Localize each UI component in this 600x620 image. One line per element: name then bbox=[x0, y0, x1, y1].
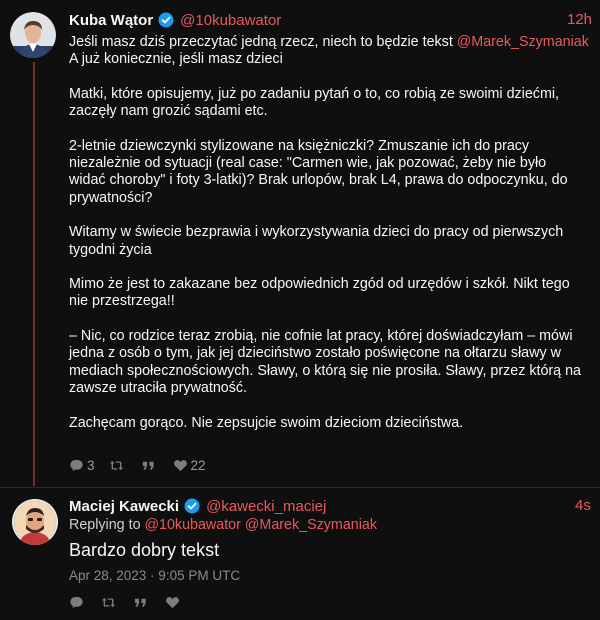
reply-header: Maciej Kawecki @kawecki_maciej bbox=[69, 496, 326, 516]
tweet-text-line: Mimo że jest to zakazane bez odpowiednic… bbox=[69, 276, 594, 293]
tweet-text-line: niezależnie od sytuacji (real case: "Car… bbox=[69, 155, 594, 172]
tweet-text-line: nie przestrzega!! bbox=[69, 293, 594, 310]
reply-actions bbox=[69, 595, 197, 610]
tweet-header: Kuba Wątor @10kubawator bbox=[69, 10, 281, 30]
replying-to: Replying to @10kubawator @Marek_Szymania… bbox=[69, 517, 377, 533]
tweet-body: Jeśli masz dziś przeczytać jedną rzecz, … bbox=[69, 34, 594, 432]
tweet-text: jedna z osób o tym, jak jej dzieciństwo … bbox=[69, 345, 561, 362]
avatar[interactable] bbox=[12, 499, 58, 545]
divider bbox=[0, 487, 600, 488]
tweet-text: mediach społecznościowych. Sławy, o któr… bbox=[69, 362, 581, 379]
replying-label: Replying to bbox=[69, 517, 141, 533]
tweet-text-line: Zachęcam gorąco. Nie zepsujcie swoim dzi… bbox=[69, 415, 594, 432]
tweet-time[interactable]: 12h bbox=[567, 11, 592, 28]
quote-icon bbox=[142, 461, 154, 470]
tweet-text: prywatności? bbox=[69, 189, 153, 206]
author-name[interactable]: Maciej Kawecki bbox=[69, 498, 179, 515]
thread: Kuba Wątor @10kubawator 12h Jeśli masz d… bbox=[0, 0, 600, 620]
tweet-text: 2-letnie dziewczynki stylizowane na księ… bbox=[69, 137, 530, 154]
tweet-text-line: 2-letnie dziewczynki stylizowane na księ… bbox=[69, 138, 594, 155]
retweet-button[interactable] bbox=[109, 458, 127, 473]
tweet-text: niezależnie od sytuacji (real case: "Car… bbox=[69, 155, 547, 172]
reply-time[interactable]: 4s bbox=[575, 497, 591, 514]
tweet-text: Zachęcam gorąco. Nie zepsujcie swoim dzi… bbox=[69, 414, 464, 431]
tweet-text-line: Witamy w świecie bezprawia i wykorzystyw… bbox=[69, 224, 594, 241]
reply-body: Bardzo dobry tekst bbox=[69, 540, 220, 560]
mention-link[interactable]: @Marek_Szymaniak bbox=[457, 34, 589, 50]
reply-date[interactable]: Apr 28, 2023 · 9:05 PM UTC bbox=[69, 568, 240, 583]
comment-icon bbox=[70, 459, 83, 472]
verified-icon bbox=[184, 498, 200, 514]
tweet-text: Matki, które opisujemy, już po zadaniu p… bbox=[69, 85, 560, 102]
tweet-text-line: mediach społecznościowych. Sławy, o któr… bbox=[69, 363, 594, 380]
tweet-text: Mimo że jest to zakazane bez odpowiednic… bbox=[69, 276, 570, 293]
like-button[interactable]: 22 bbox=[173, 458, 206, 473]
tweet-text: widać choroby" i foty 3-latki)? Brak url… bbox=[69, 172, 568, 189]
main-tweet[interactable]: Kuba Wątor @10kubawator 12h Jeśli masz d… bbox=[0, 0, 600, 488]
tweet-text-line: tygodni życia bbox=[69, 242, 594, 259]
tweet-text: nie przestrzega!! bbox=[69, 293, 175, 310]
quote-button[interactable] bbox=[141, 458, 159, 473]
avatar[interactable] bbox=[10, 12, 56, 58]
retweet-button[interactable] bbox=[101, 595, 119, 610]
tweet-text: – Nic, co rodzice teraz zrobią, nie cofn… bbox=[69, 328, 573, 345]
quote-icon bbox=[134, 598, 146, 607]
tweet-text-line: jedna z osób o tym, jak jej dzieciństwo … bbox=[69, 345, 594, 362]
tweet-actions: 3 22 bbox=[69, 458, 220, 473]
tweet-text-line: zawsze utraciła prywatność. bbox=[69, 380, 594, 397]
tweet-text: Witamy w świecie bezprawia i wykorzystyw… bbox=[69, 224, 564, 241]
like-button[interactable] bbox=[165, 595, 183, 610]
tweet-text: zaczęły nam grozić sądami etc. bbox=[69, 103, 268, 120]
comment-icon bbox=[70, 596, 83, 609]
tweet-text: A już koniecznie, jeśli masz dzieci bbox=[69, 51, 283, 68]
verified-icon bbox=[158, 12, 174, 28]
reply-button[interactable] bbox=[69, 595, 87, 610]
tweet-text-line: zaczęły nam grozić sądami etc. bbox=[69, 103, 594, 120]
retweet-icon bbox=[109, 460, 123, 471]
heart-icon bbox=[173, 460, 187, 472]
author-handle[interactable]: @kawecki_maciej bbox=[206, 498, 326, 515]
quote-button[interactable] bbox=[133, 595, 151, 610]
tweet-text-line: – Nic, co rodzice teraz zrobią, nie cofn… bbox=[69, 328, 594, 345]
heart-icon bbox=[166, 597, 179, 609]
like-count: 22 bbox=[190, 458, 206, 473]
thread-line bbox=[33, 62, 35, 486]
tweet-text-line: widać choroby" i foty 3-latki)? Brak url… bbox=[69, 172, 594, 189]
tweet-text-line: Jeśli masz dziś przeczytać jedną rzecz, … bbox=[69, 34, 594, 51]
author-handle[interactable]: @10kubawator bbox=[180, 12, 281, 29]
tweet-text-line: prywatności? bbox=[69, 190, 594, 207]
tweet-text: tygodni życia bbox=[69, 241, 152, 258]
replying-mention[interactable]: @Marek_Szymaniak bbox=[245, 517, 377, 533]
tweet-text: zawsze utraciła prywatność. bbox=[69, 379, 247, 396]
reply-button[interactable]: 3 bbox=[69, 458, 95, 473]
tweet-text: Jeśli masz dziś przeczytać jedną rzecz, … bbox=[69, 34, 457, 50]
retweet-icon bbox=[101, 597, 116, 608]
reply-count: 3 bbox=[87, 458, 95, 473]
tweet-text-line: A już koniecznie, jeśli masz dzieci bbox=[69, 51, 594, 68]
author-name[interactable]: Kuba Wątor bbox=[69, 12, 153, 29]
replying-mention[interactable]: @10kubawator bbox=[145, 517, 241, 533]
tweet-text-line: Matki, które opisujemy, już po zadaniu p… bbox=[69, 86, 594, 103]
